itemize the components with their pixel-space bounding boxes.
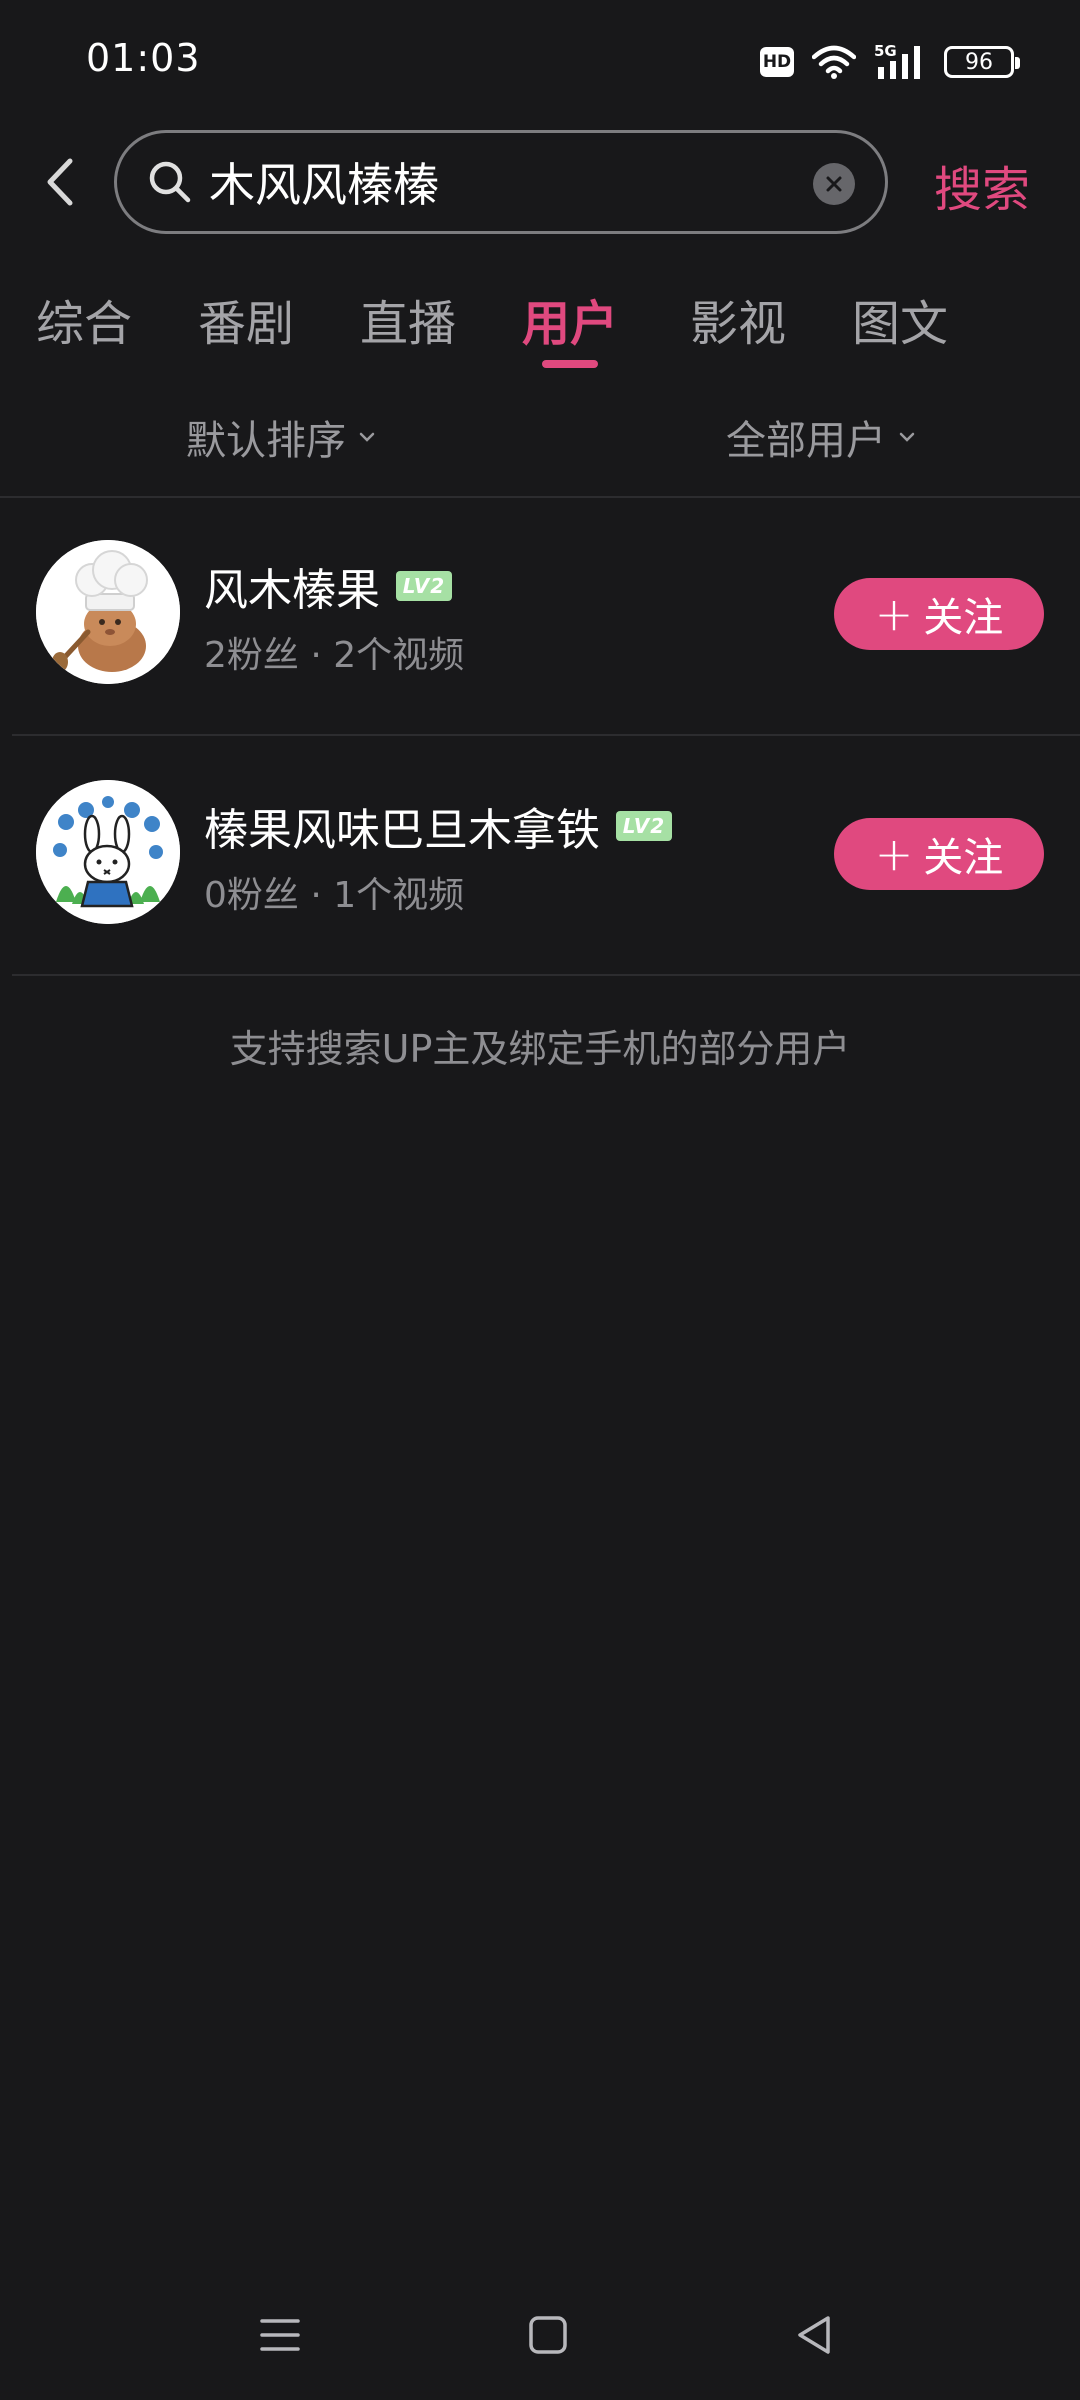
wifi-icon: [812, 45, 856, 79]
follow-label: 关注: [923, 595, 1004, 641]
signal-5g-icon: 5G: [874, 43, 920, 79]
nav-bar: [0, 2290, 1080, 2380]
status-bar: 01:03 HD 5G 96: [0, 0, 1080, 124]
user-stats: 2粉丝 · 2个视频: [204, 635, 465, 676]
chevron-left-icon: [47, 158, 73, 206]
tab-articles[interactable]: 图文: [852, 284, 948, 354]
clear-search-icon[interactable]: [813, 163, 855, 205]
chevron-down-icon: [899, 432, 915, 442]
close-icon: [826, 176, 842, 192]
bunny-flowers-avatar[interactable]: [36, 780, 180, 924]
search-hint: 支持搜索UP主及绑定手机的部分用户: [229, 1027, 851, 1071]
tab-live[interactable]: 直播: [360, 284, 456, 354]
back-nav-button[interactable]: [774, 2300, 854, 2370]
user-name[interactable]: 榛果风味巴旦木拿铁: [204, 794, 600, 858]
home-icon: [529, 2316, 567, 2354]
chef-cat-avatar[interactable]: [36, 540, 180, 684]
back-button[interactable]: [30, 152, 90, 212]
user-type-dropdown[interactable]: 全部用户: [726, 408, 916, 466]
sort-dropdown[interactable]: 默认排序: [186, 408, 376, 466]
sort-label: 默认排序: [186, 418, 346, 464]
tab-film-tv[interactable]: 影视: [690, 284, 786, 354]
chef-cat-image: [36, 540, 180, 684]
level-badge: LV2: [616, 811, 672, 841]
search-input[interactable]: [209, 147, 799, 217]
filter-row: 默认排序 全部用户: [0, 408, 1080, 484]
chevron-down-icon: [359, 432, 375, 442]
follow-label: 关注: [923, 835, 1004, 881]
search-header: 搜索: [0, 130, 1080, 234]
plus-icon: +: [874, 827, 914, 881]
network-label: 5G: [874, 43, 897, 60]
menu-button[interactable]: [240, 2300, 320, 2370]
search-icon: [149, 161, 191, 203]
user-name-line: 风木榛果 LV2: [204, 554, 452, 618]
active-tab-indicator: [542, 360, 598, 368]
search-results-screen: 01:03 HD 5G 96 木风风榛榛 搜索 综合 番剧 直播 用户 影视 图…: [0, 0, 1080, 2400]
follow-button[interactable]: + 关注: [834, 818, 1044, 890]
search-box[interactable]: [114, 130, 888, 234]
hd-icon: HD: [760, 47, 794, 77]
menu-icon: [260, 2319, 300, 2351]
user-row[interactable]: 榛果风味巴旦木拿铁 LV2 0粉丝 · 1个视频 + 关注: [0, 736, 1080, 976]
status-time: 01:03: [86, 36, 201, 80]
user-name-line: 榛果风味巴旦木拿铁 LV2: [204, 794, 672, 858]
battery-icon: 96: [944, 46, 1020, 78]
user-name[interactable]: 风木榛果: [204, 554, 380, 618]
tab-users[interactable]: 用户: [522, 284, 618, 354]
home-button[interactable]: [508, 2300, 588, 2370]
back-triangle-icon: [798, 2316, 830, 2354]
tab-comprehensive[interactable]: 综合: [36, 284, 132, 354]
status-icons: HD 5G 96: [760, 38, 1020, 86]
plus-icon: +: [874, 587, 914, 641]
user-row[interactable]: 风木榛果 LV2 2粉丝 · 2个视频 + 关注: [0, 496, 1080, 736]
level-badge: LV2: [396, 571, 452, 601]
bunny-flowers-image: [36, 780, 180, 924]
user-type-label: 全部用户: [726, 418, 886, 464]
divider: [12, 974, 1080, 976]
tab-anime[interactable]: 番剧: [198, 284, 294, 354]
search-tabs: 综合 番剧 直播 用户 影视 图文: [0, 284, 1080, 384]
search-button[interactable]: 搜索: [934, 150, 1030, 220]
user-stats: 0粉丝 · 1个视频: [204, 875, 465, 916]
follow-button[interactable]: + 关注: [834, 578, 1044, 650]
